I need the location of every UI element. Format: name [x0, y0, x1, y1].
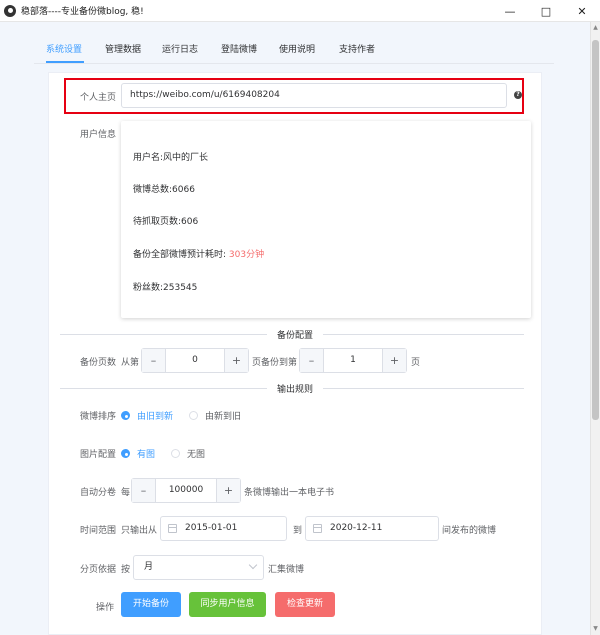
- radio-checked-icon: [121, 449, 130, 458]
- chevron-down-icon: [248, 560, 258, 570]
- app-logo-icon: [4, 4, 16, 17]
- vertical-scrollbar[interactable]: ▲ ▼: [590, 22, 600, 635]
- backup-from-label: 从第: [121, 358, 140, 368]
- backup-to-label: 页备份到第: [252, 358, 298, 368]
- output-rules-title: 输出规则: [267, 382, 324, 395]
- calendar-icon: [168, 524, 177, 533]
- user-info-followers: 粉丝数:253545: [133, 283, 198, 293]
- volume-prefix: 每: [121, 488, 131, 498]
- end-date-input[interactable]: 2020-12-11: [305, 516, 439, 541]
- tab-system-settings[interactable]: 系统设置: [46, 42, 82, 55]
- sort-order-label: 微博排序: [80, 412, 117, 422]
- from-page-stepper[interactable]: – 0 +: [141, 348, 249, 373]
- tab-login-weibo[interactable]: 登陆微博: [221, 42, 257, 55]
- to-page-stepper[interactable]: – 1 +: [299, 348, 407, 373]
- from-page-increment-button[interactable]: +: [224, 349, 248, 372]
- to-page-decrement-button[interactable]: –: [300, 349, 324, 372]
- time-range-to: 到: [293, 526, 303, 536]
- backup-config-title: 备份配置: [267, 328, 324, 341]
- user-info-card: 用户名:风中的厂长 微博总数:6066 待抓取页数:606 备份全部微博预计耗时…: [121, 121, 531, 318]
- actions-label: 操作: [96, 603, 115, 613]
- start-date-value: 2015-01-01: [185, 523, 238, 533]
- estimate-prefix: 备份全部微博预计耗时:: [133, 250, 229, 260]
- end-date-value: 2020-12-11: [330, 523, 383, 533]
- start-backup-button[interactable]: 开始备份: [121, 592, 181, 617]
- user-info-username: 用户名:风中的厂长: [133, 153, 209, 163]
- user-info-estimate: 备份全部微博预计耗时: 303分钟: [133, 247, 264, 260]
- start-date-input[interactable]: 2015-01-01: [160, 516, 287, 541]
- main-tabs: 系统设置 管理数据 运行日志 登陆微博 使用说明 支持作者: [34, 36, 554, 64]
- check-update-button[interactable]: 检查更新: [275, 592, 335, 617]
- volume-stepper[interactable]: – 100000 +: [131, 478, 241, 503]
- images-off-radio[interactable]: 无图: [171, 447, 205, 460]
- volume-increment-button[interactable]: +: [216, 479, 240, 502]
- paging-label: 分页依据: [80, 565, 117, 575]
- scroll-down-icon[interactable]: ▼: [592, 625, 599, 633]
- paging-prefix: 按: [121, 565, 131, 575]
- window-controls: — □ ✕: [492, 0, 600, 22]
- profile-highlight-box: [64, 78, 524, 114]
- volume-suffix: 条微博输出一本电子书: [244, 488, 335, 498]
- close-icon[interactable]: ✕: [564, 0, 600, 22]
- tab-support-author[interactable]: 支持作者: [339, 42, 375, 55]
- maximize-icon[interactable]: □: [528, 0, 564, 22]
- tab-manage-data[interactable]: 管理数据: [105, 42, 141, 55]
- calendar-icon: [313, 524, 322, 533]
- from-page-value[interactable]: 0: [166, 349, 224, 372]
- radio-checked-icon: [121, 411, 130, 420]
- paging-selected-value: 月: [144, 562, 154, 572]
- time-range-suffix: 间发布的微博: [442, 526, 497, 536]
- radio-unchecked-icon: [189, 411, 198, 420]
- from-page-decrement-button[interactable]: –: [142, 349, 166, 372]
- backup-unit-label: 页: [411, 358, 421, 368]
- active-tab-indicator: [46, 61, 84, 63]
- estimate-value: 303分钟: [228, 250, 265, 260]
- backup-pages-label: 备份页数: [80, 358, 117, 368]
- tab-usage-guide[interactable]: 使用说明: [279, 42, 315, 55]
- scroll-up-icon[interactable]: ▲: [592, 24, 599, 32]
- sort-old-to-new-radio[interactable]: 由旧到新: [121, 409, 173, 422]
- sort-old-to-new-label: 由旧到新: [137, 412, 174, 422]
- sort-new-to-old-label: 由新到旧: [205, 412, 242, 422]
- radio-unchecked-icon: [171, 449, 180, 458]
- user-info-pages: 待抓取页数:606: [133, 217, 199, 227]
- time-range-prefix: 只输出从: [121, 526, 158, 536]
- user-info-weibo-count: 微博总数:6066: [133, 185, 195, 195]
- time-range-label: 时间范围: [80, 526, 117, 536]
- volume-value[interactable]: 100000: [156, 479, 216, 502]
- auto-volume-label: 自动分卷: [80, 488, 117, 498]
- window-title: 稳部落----专业备份微blog, 稳!: [21, 7, 144, 17]
- scrollbar-thumb[interactable]: [592, 40, 599, 420]
- sort-new-to-old-radio[interactable]: 由新到旧: [189, 409, 241, 422]
- images-off-label: 无图: [187, 450, 206, 460]
- user-info-label: 用户信息: [80, 130, 117, 140]
- sync-user-info-button[interactable]: 同步用户信息: [189, 592, 266, 617]
- tab-run-log[interactable]: 运行日志: [162, 42, 198, 55]
- images-on-radio[interactable]: 有图: [121, 447, 155, 460]
- to-page-value[interactable]: 1: [324, 349, 382, 372]
- minimize-icon[interactable]: —: [492, 0, 528, 22]
- volume-decrement-button[interactable]: –: [132, 479, 156, 502]
- to-page-increment-button[interactable]: +: [382, 349, 406, 372]
- images-on-label: 有图: [137, 450, 156, 460]
- image-config-label: 图片配置: [80, 450, 117, 460]
- paging-select[interactable]: 月: [133, 555, 264, 580]
- window-titlebar: 稳部落----专业备份微blog, 稳! — □ ✕: [0, 0, 600, 22]
- paging-suffix: 汇集微博: [268, 565, 305, 575]
